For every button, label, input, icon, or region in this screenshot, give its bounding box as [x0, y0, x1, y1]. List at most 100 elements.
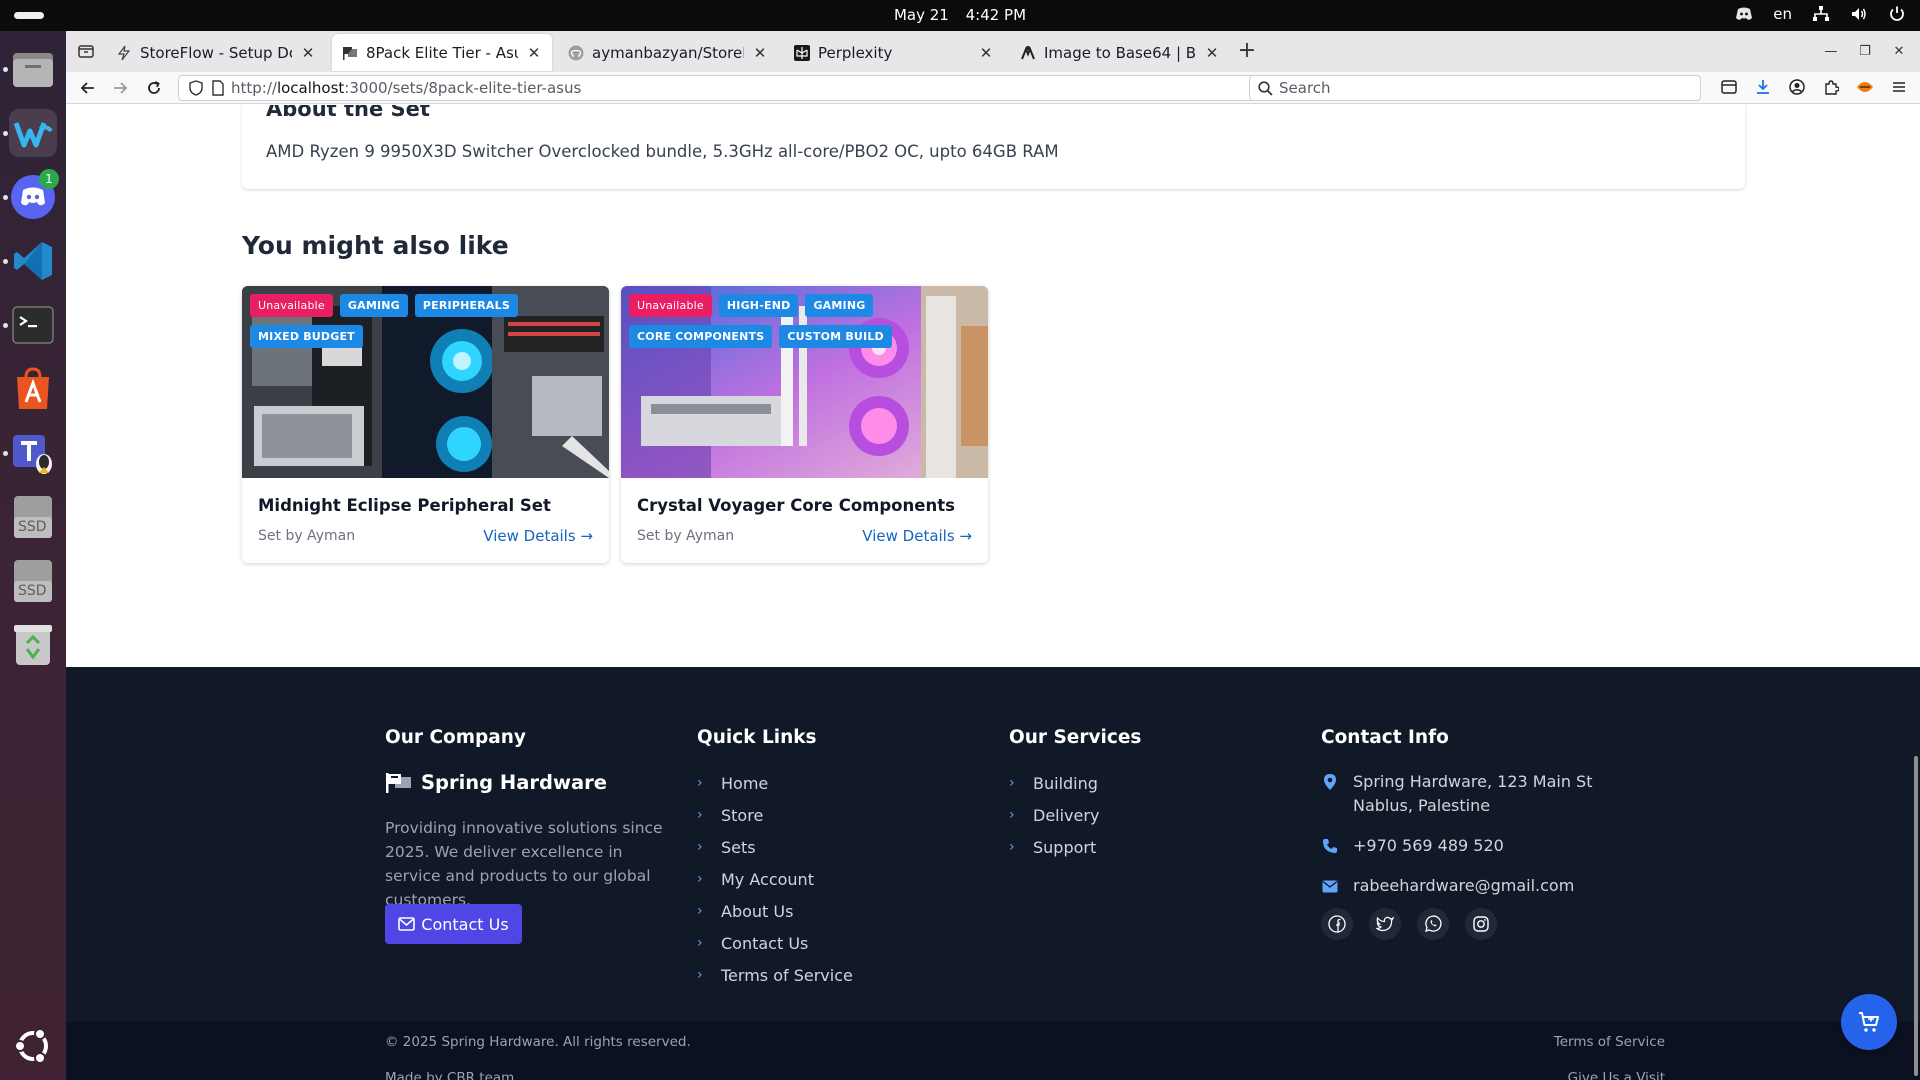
restore-button[interactable]: ❐ [1848, 40, 1882, 64]
volume-icon[interactable] [1850, 5, 1868, 23]
tab-close-icon[interactable]: ✕ [300, 45, 316, 61]
dock-teams[interactable] [9, 429, 57, 477]
dock-ssd-1[interactable]: SSD [9, 493, 57, 541]
chevron-right-icon: › [697, 903, 703, 919]
footer-link-my-account[interactable]: › My Account [697, 863, 853, 895]
tab-perplexity[interactable]: Perplexity ✕ [784, 34, 1004, 71]
discord-tray-icon[interactable] [1735, 5, 1753, 23]
cart-button[interactable] [1841, 994, 1897, 1050]
new-tab-button[interactable]: + [1234, 39, 1260, 65]
instagram-link[interactable] [1465, 908, 1497, 940]
arrow-left-icon [80, 82, 94, 94]
page-info-icon[interactable] [209, 79, 227, 97]
footer-link-label: About Us [721, 901, 794, 921]
address-line-1: Spring Hardware, 123 Main St [1353, 772, 1593, 791]
dock-vscode[interactable] [9, 237, 57, 285]
footer-link-terms[interactable]: › Terms of Service [697, 959, 853, 991]
page-scrollbar[interactable] [1914, 756, 1918, 1076]
footer-brand-name: Spring Hardware [421, 771, 608, 794]
dock-running-indicator [3, 195, 8, 200]
shield-icon[interactable] [187, 79, 205, 97]
footer-service-building[interactable]: › Building [1009, 767, 1099, 799]
tab-8pack-elite[interactable]: 8Pack Elite Tier - Asus Str ✕ [332, 34, 552, 71]
whatsapp-link[interactable] [1417, 908, 1449, 940]
dock-ssd-2[interactable]: SSD [9, 557, 57, 605]
twitter-icon [1376, 916, 1394, 932]
dock-terminal[interactable] [9, 301, 57, 349]
close-window-button[interactable]: ✕ [1882, 40, 1916, 64]
search-bar[interactable]: Search [1249, 75, 1701, 101]
dock-discord[interactable]: 1 [9, 169, 59, 221]
chevron-right-icon: › [1009, 807, 1015, 823]
extensions-icon[interactable] [1820, 76, 1842, 98]
tab-list-button[interactable] [74, 39, 98, 63]
contact-us-button[interactable]: Contact Us [385, 904, 522, 944]
tab-close-icon[interactable]: ✕ [978, 45, 994, 61]
clock[interactable]: May 21 4:42 PM [0, 6, 1920, 24]
footer-link-sets[interactable]: › Sets [697, 831, 853, 863]
tab-close-icon[interactable]: ✕ [752, 45, 768, 61]
set-card-image[interactable]: Unavailable GAMING PERIPHERALS MIXED BUD… [242, 286, 609, 478]
tab-list-icon [78, 45, 94, 58]
phone-number: +970 569 489 520 [1353, 836, 1504, 855]
menu-icon[interactable] [1888, 76, 1910, 98]
tab-image-to-base64[interactable]: Image to Base64 | Base6 ✕ [1010, 34, 1230, 71]
footer-link-label: Sets [721, 837, 756, 857]
chevron-right-icon: › [697, 967, 703, 983]
footer-link-label: Home [721, 773, 769, 793]
keyboard-language[interactable]: en [1773, 5, 1792, 23]
tab-close-icon[interactable]: ✕ [1204, 45, 1220, 61]
forward-button[interactable] [108, 76, 132, 100]
extension-fox-icon[interactable] [1854, 76, 1876, 98]
tab-close-icon[interactable]: ✕ [526, 45, 542, 61]
show-apps-button[interactable] [9, 1022, 57, 1070]
reload-button[interactable] [142, 76, 166, 100]
footer-visit-link[interactable]: Give Us a Visit [1568, 1070, 1665, 1080]
back-button[interactable] [76, 76, 100, 100]
dock-windsurf[interactable] [9, 109, 57, 157]
dock-files[interactable] [9, 45, 57, 93]
footer-company-description: Providing innovative solutions since 202… [385, 819, 663, 909]
footer-link-about-us[interactable]: › About Us [697, 895, 853, 927]
tab-storeflow-docs[interactable]: StoreFlow - Setup Docum ✕ [106, 34, 326, 71]
account-icon[interactable] [1786, 76, 1808, 98]
arrow-right-icon [114, 82, 128, 94]
downloads-icon[interactable] [1752, 76, 1774, 98]
dock-app-center[interactable] [9, 365, 57, 413]
footer-service-support[interactable]: › Support [1009, 831, 1099, 863]
view-details-link[interactable]: View Details → [483, 527, 593, 545]
dock-running-indicator [3, 323, 8, 328]
about-set-description: AMD Ryzen 9 9950X3D Switcher Overclocked… [266, 142, 1059, 161]
footer-terms-link[interactable]: Terms of Service [1554, 1034, 1665, 1050]
set-card-title[interactable]: Crystal Voyager Core Components [637, 496, 955, 515]
address-line-2: Nablus, Palestine [1353, 796, 1491, 815]
facebook-link[interactable] [1321, 908, 1353, 940]
vscode-icon [14, 242, 52, 280]
footer-email[interactable]: rabeehardware@gmail.com [1321, 874, 1574, 898]
footer-phone[interactable]: +970 569 489 520 [1321, 834, 1504, 858]
tab-github-storeflow[interactable]: aymanbazyan/StoreFlow- ✕ [558, 34, 778, 71]
network-icon[interactable] [1812, 5, 1830, 23]
footer-brand[interactable]: Spring Hardware [385, 771, 607, 794]
reader-view-icon[interactable] [1718, 76, 1740, 98]
twitter-link[interactable] [1369, 908, 1401, 940]
footer-service-delivery[interactable]: › Delivery [1009, 799, 1099, 831]
minimize-button[interactable]: — [1814, 40, 1848, 64]
url-bar[interactable]: http://localhost:3000/sets/8pack-elite-t… [178, 75, 1308, 101]
set-card[interactable]: Unavailable HIGH-END GAMING CORE COMPONE… [621, 286, 988, 563]
view-details-link[interactable]: View Details → [862, 527, 972, 545]
reload-icon [148, 81, 160, 94]
set-card-title[interactable]: Midnight Eclipse Peripheral Set [258, 496, 551, 515]
footer-quick-links-heading: Quick Links [697, 727, 817, 748]
chevron-right-icon: › [1009, 775, 1015, 791]
footer-link-contact-us[interactable]: › Contact Us [697, 927, 853, 959]
chevron-right-icon: › [697, 775, 703, 791]
firefox-window: StoreFlow - Setup Docum ✕ 8Pack Elite Ti… [66, 31, 1920, 1080]
footer-link-store[interactable]: › Store [697, 799, 853, 831]
set-card[interactable]: Unavailable GAMING PERIPHERALS MIXED BUD… [242, 286, 609, 563]
footer-link-home[interactable]: › Home [697, 767, 853, 799]
dock-trash[interactable] [9, 621, 57, 669]
power-icon[interactable] [1888, 5, 1906, 23]
category-tag: GAMING [339, 294, 408, 317]
set-card-image[interactable]: Unavailable HIGH-END GAMING CORE COMPONE… [621, 286, 988, 478]
